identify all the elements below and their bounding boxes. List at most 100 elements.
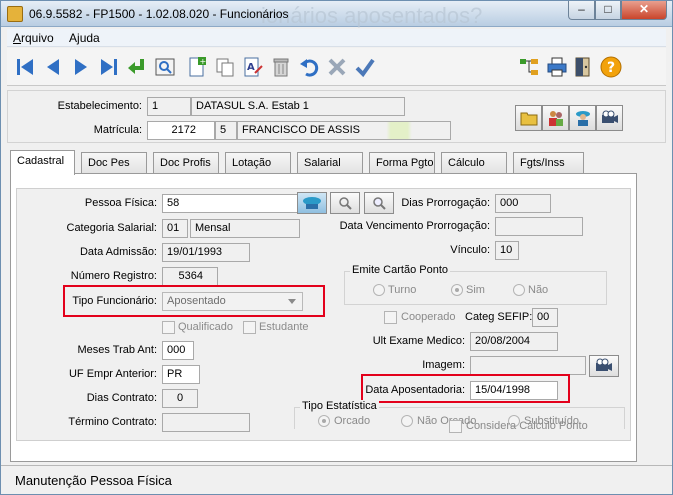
categoria-code-field: 01 xyxy=(162,219,188,238)
estudante-label: Estudante xyxy=(259,321,309,333)
cadastral-tab-panel: Pessoa Física: 58 Categoria Salarial: 01… xyxy=(10,173,637,462)
tab-cadastral[interactable]: Cadastral xyxy=(10,150,75,175)
radio-nao-label: Não xyxy=(528,284,549,296)
meses-trab-label: Meses Trab Ant: xyxy=(77,344,157,356)
undo-icon[interactable] xyxy=(296,54,322,80)
menu-bar: Arquivo Ajuda xyxy=(7,29,666,47)
application-window: ionários aposentados? 06.9.5582 - FP1500… xyxy=(0,0,673,495)
estabelecimento-label: Estabelecimento: xyxy=(57,100,142,112)
considera-calculo-label: Considera Cálculo Ponto xyxy=(466,420,588,432)
delete-icon[interactable] xyxy=(268,54,294,80)
vinculo-label: Vínculo: xyxy=(450,244,490,256)
qualificado-checkbox[interactable] xyxy=(162,321,175,334)
radio-turno-label: Turno xyxy=(388,284,417,296)
matricula-field[interactable]: 2172 xyxy=(147,121,215,140)
data-venc-prorrogacao-label: Data Vencimento Prorrogação: xyxy=(339,220,490,232)
matricula-digit-field: 5 xyxy=(215,121,237,140)
title-watermark: ionários aposentados? xyxy=(261,3,483,28)
camera-icon xyxy=(601,110,618,123)
ult-exame-label: Ult Exame Medico: xyxy=(372,335,465,347)
tab-calculo[interactable]: Cálculo xyxy=(441,152,507,174)
toolbar: + A ? xyxy=(7,48,666,86)
camera-button[interactable] xyxy=(596,105,623,131)
termino-contrato-field xyxy=(162,413,250,432)
numero-registro-label: Número Registro: xyxy=(70,270,157,282)
save-icon[interactable] xyxy=(352,54,378,80)
radio-sim[interactable] xyxy=(451,284,463,296)
edit-icon[interactable]: A xyxy=(240,54,266,80)
tab-doc-profis[interactable]: Doc Profis xyxy=(153,152,219,174)
print-icon[interactable] xyxy=(544,54,570,80)
cooperado-checkbox[interactable] xyxy=(384,311,397,324)
pessoa-fisica-lookup-button[interactable] xyxy=(297,192,327,214)
categ-sefip-field: 00 xyxy=(532,308,558,327)
maximize-button[interactable]: □ xyxy=(595,1,621,20)
people-button[interactable] xyxy=(542,105,569,131)
data-admissao-field: 19/01/1993 xyxy=(162,243,250,262)
close-button[interactable]: ✕ xyxy=(621,1,667,20)
termino-contrato-label: Término Contrato: xyxy=(68,416,157,428)
tab-doc-pes[interactable]: Doc Pes xyxy=(81,152,147,174)
svg-text:?: ? xyxy=(607,60,615,76)
estudante-checkbox[interactable] xyxy=(243,321,256,334)
matricula-name-field: FRANCISCO DE ASSIS xyxy=(237,121,451,140)
categoria-salarial-label: Categoria Salarial: xyxy=(66,222,158,234)
radio-nao[interactable] xyxy=(513,284,525,296)
estabelecimento-code-field: 1 xyxy=(147,97,191,116)
tree-icon[interactable] xyxy=(516,54,542,80)
person-icon xyxy=(575,111,590,126)
numero-registro-field: 5364 xyxy=(162,267,218,286)
help-icon[interactable]: ? xyxy=(598,54,624,80)
next-record-icon[interactable] xyxy=(68,54,94,80)
radio-turno[interactable] xyxy=(373,284,385,296)
vinculo-field: 10 xyxy=(495,241,519,260)
menu-arquivo[interactable]: Arquivo xyxy=(13,31,54,45)
pessoa-fisica-field[interactable]: 58 xyxy=(162,194,298,213)
radio-orcado[interactable] xyxy=(318,415,330,427)
radio-nao-orcado[interactable] xyxy=(401,415,413,427)
zoom-person-icon xyxy=(303,197,321,209)
imagem-camera-button[interactable] xyxy=(589,355,619,377)
status-bar: Manutenção Pessoa Física xyxy=(1,465,672,494)
highlight-data-aposentadoria xyxy=(361,374,570,403)
data-admissao-label: Data Admissão: xyxy=(79,246,157,258)
goto-icon[interactable] xyxy=(124,54,150,80)
last-record-icon[interactable] xyxy=(96,54,122,80)
data-venc-prorrogacao-field xyxy=(495,217,583,236)
categ-sefip-label: Categ SEFIP: xyxy=(465,311,533,323)
window-title: 06.9.5582 - FP1500 - 1.02.08.020 - Funci… xyxy=(29,7,289,21)
open-folder-button[interactable] xyxy=(515,105,542,131)
tab-fgts-inss[interactable]: Fgts/Inss xyxy=(513,152,584,174)
emite-cartao-group: Emite Cartão Ponto Turno Sim Não xyxy=(344,264,607,305)
previous-record-icon[interactable] xyxy=(40,54,66,80)
estabelecimento-name-field: DATASUL S.A. Estab 1 xyxy=(191,97,405,116)
dias-prorrogacao-field: 000 xyxy=(495,194,551,213)
meses-trab-field[interactable]: 000 xyxy=(162,341,194,360)
menu-ajuda[interactable]: Ajuda xyxy=(69,31,100,45)
minimize-button[interactable]: – xyxy=(568,1,595,20)
matricula-label: Matrícula: xyxy=(93,124,142,136)
highlight-tipo-funcionario xyxy=(63,285,325,317)
title-bar: ionários aposentados? 06.9.5582 - FP1500… xyxy=(1,1,672,28)
cadastral-form: Pessoa Física: 58 Categoria Salarial: 01… xyxy=(16,188,631,441)
camera-icon xyxy=(596,358,612,371)
search-person-button[interactable] xyxy=(330,192,360,214)
first-record-icon[interactable] xyxy=(12,54,38,80)
tipo-estatistica-title: Tipo Estatística xyxy=(300,400,379,412)
tab-lotacao[interactable]: Lotação xyxy=(225,152,291,174)
copy-icon[interactable] xyxy=(212,54,238,80)
people-icon xyxy=(548,111,563,126)
tab-salarial[interactable]: Salarial xyxy=(297,152,363,174)
person-photo-button[interactable] xyxy=(569,105,596,131)
categoria-name-field: Mensal xyxy=(190,219,300,238)
svg-text:A: A xyxy=(247,62,255,73)
add-icon[interactable]: + xyxy=(184,54,210,80)
considera-calculo-checkbox[interactable] xyxy=(449,420,462,433)
cancel-icon[interactable] xyxy=(324,54,350,80)
tab-forma-pgto[interactable]: Forma Pgto xyxy=(369,152,435,174)
uf-empr-field[interactable]: PR xyxy=(162,365,200,384)
dias-contrato-label: Dias Contrato: xyxy=(86,392,157,404)
imagem-label: Imagem: xyxy=(422,359,465,371)
search-icon[interactable] xyxy=(152,54,178,80)
exit-icon[interactable] xyxy=(570,54,596,80)
